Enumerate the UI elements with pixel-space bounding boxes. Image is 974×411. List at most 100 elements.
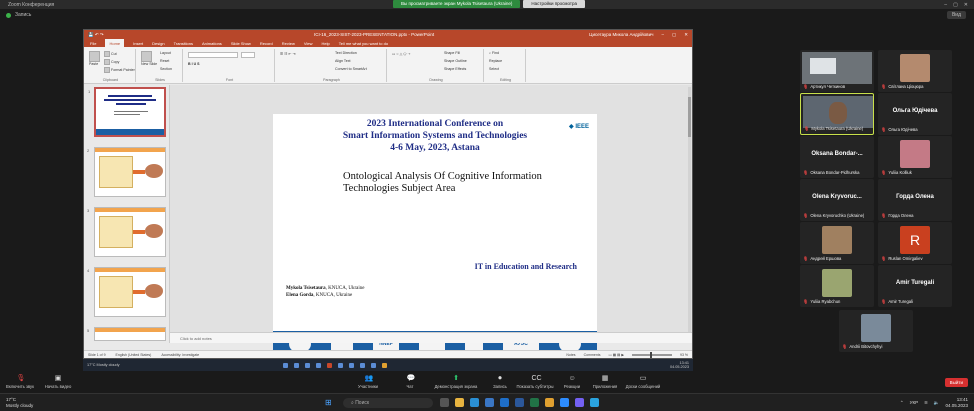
folder-icon[interactable] (455, 398, 464, 407)
chat-button[interactable]: 💬 Чат (390, 375, 430, 389)
excel-icon[interactable] (530, 398, 539, 407)
shape-outline-button[interactable]: Shape Outline (444, 59, 467, 63)
mail-icon[interactable] (500, 398, 509, 407)
maximize-icon[interactable]: ▢ (672, 32, 676, 38)
notes-button[interactable]: Notes (566, 353, 575, 357)
chrome-icon[interactable] (545, 398, 554, 407)
comments-button[interactable]: Comments (584, 353, 601, 357)
slide-thumbnails[interactable]: 1 2 3 4 5 (84, 85, 170, 343)
shapes-gallery[interactable]: ▭ ○ △ ⬠ ➝ (392, 52, 410, 56)
participant-tile[interactable]: R 🎙 Ruslan Omirgaliev (878, 222, 952, 264)
slide-thumbnail-4[interactable]: 4 (87, 267, 166, 317)
maximize-icon[interactable]: ▢ (953, 2, 958, 8)
paste-button[interactable]: Paste (89, 51, 101, 66)
tab-help[interactable]: Help (321, 41, 329, 46)
tell-me-search[interactable]: Tell me what you want to do (339, 41, 388, 46)
chevron-up-icon[interactable]: ⌃ (900, 400, 904, 406)
participant-tile-active-speaker[interactable]: 🎙 Mykola Tsisetaura (Ukraine) (800, 93, 874, 135)
view-icons[interactable]: ▭ ▦ ▤ ▶ (608, 353, 624, 357)
apps-button[interactable]: ▦ Приложения (585, 375, 625, 389)
convert-smartart-button[interactable]: Convert to SmartArt (335, 67, 367, 71)
whiteboard-button[interactable]: ▭ Доски сообщений (620, 375, 666, 389)
word-icon[interactable] (515, 398, 524, 407)
telegram-icon[interactable] (590, 398, 599, 407)
participant-photo (822, 226, 852, 254)
tab-slide-show[interactable]: Slide Show (231, 41, 251, 46)
store-icon[interactable] (485, 398, 494, 407)
shape-fill-button[interactable]: Shape Fill (444, 51, 460, 55)
replace-button[interactable]: Replace (489, 59, 502, 63)
participant-tile[interactable]: Ольга Юдічева 🎙 Ольга Юдічева (878, 93, 952, 135)
text-direction-button[interactable]: Text Direction (335, 51, 357, 55)
accessibility-status[interactable]: Accessibility: Investigate (161, 353, 199, 357)
view-options-button[interactable]: Настройки просмотра (523, 0, 585, 8)
participant-tile[interactable]: Amir Turegali 🎙 Amir Turegali (878, 265, 952, 307)
participant-tile[interactable]: 🎙 Yuliia Ryabchun (800, 265, 874, 307)
participant-tile[interactable]: 🎙 Артикул Четкинов (800, 50, 874, 92)
format-painter-button[interactable]: Format Painter (104, 67, 135, 73)
exit-button[interactable]: Выйти (944, 378, 968, 387)
layout-button[interactable]: Layout (160, 51, 171, 55)
tab-home[interactable]: Home (105, 39, 125, 47)
participant-tile[interactable]: Oksana Bondar-... 🎙 Oksana Bondar-Pidhurs… (800, 136, 874, 178)
tab-insert[interactable]: Insert (133, 41, 143, 46)
align-text-button[interactable]: Align Text (335, 59, 351, 63)
tab-transitions[interactable]: Transitions (174, 41, 193, 46)
participant-tile[interactable]: 🎙 Andrii Bitovchyhyi (839, 310, 913, 352)
unmute-button[interactable]: 🎙 Включить звук (0, 375, 40, 389)
view-button[interactable]: Вид (946, 11, 966, 19)
zoom-slider[interactable] (632, 351, 673, 358)
tab-file[interactable]: File (90, 41, 96, 46)
copy-button[interactable]: Copy (104, 59, 119, 65)
slide-thumbnail-5[interactable]: 5 (87, 327, 166, 341)
select-button[interactable]: Select (489, 67, 499, 71)
cut-button[interactable]: Cut (104, 51, 117, 57)
start-video-button[interactable]: ▣ Начать видео (38, 375, 78, 389)
tab-design[interactable]: Design (152, 41, 164, 46)
participants-button[interactable]: 👥 Участники (348, 375, 388, 389)
zoom-icon[interactable] (560, 398, 569, 407)
participant-tile[interactable]: 🎙 Андрей Ершова (800, 222, 874, 264)
font-name-select[interactable] (188, 52, 238, 58)
minimize-icon[interactable]: – (944, 2, 947, 8)
participant-tile[interactable]: Горда Олена 🎙 Горда Олена (878, 179, 952, 221)
slide-thumbnail-1[interactable]: 1 (88, 87, 166, 137)
weather-widget[interactable]: 17°C Mostly cloudy (6, 397, 33, 408)
share-screen-button[interactable]: ⬆ Демонстрация экрана (428, 375, 484, 389)
shape-effects-button[interactable]: Shape Effects (444, 67, 466, 71)
vertical-scrollbar[interactable] (688, 87, 691, 337)
slide-thumbnail-3[interactable]: 3 (87, 207, 166, 257)
close-icon[interactable]: ✕ (684, 32, 688, 38)
conference-line-3: 4-6 May, 2023, Astana (390, 143, 480, 153)
reset-button[interactable]: Reset (160, 59, 169, 63)
language-status[interactable]: English (United States) (116, 353, 152, 357)
zoom-level[interactable]: 93 % (680, 353, 688, 357)
edge-icon[interactable] (470, 398, 479, 407)
tab-animations[interactable]: Animations (202, 41, 222, 46)
tab-review[interactable]: Review (282, 41, 295, 46)
participant-tile[interactable]: Olena Kryvoruc... 🎙 Olena Kryvoruchko (Uk… (800, 179, 874, 221)
notes-pane[interactable]: Click to add notes (170, 332, 692, 343)
current-slide[interactable]: 2023 International Conference on Smart I… (273, 114, 597, 357)
task-view-icon[interactable] (440, 398, 449, 407)
volume-icon[interactable]: 🔈 (934, 400, 940, 406)
tab-view[interactable]: View (304, 41, 313, 46)
minimize-icon[interactable]: – (661, 32, 664, 38)
wifi-icon[interactable]: ≋ (924, 400, 928, 406)
close-icon[interactable]: ✕ (964, 2, 968, 8)
search-input[interactable]: ⌕ Поиск (343, 398, 433, 408)
bullets-icon[interactable]: ☰ ☷ ⇤ ⇥ (280, 52, 295, 56)
participant-tile[interactable]: 🎙 Yuliia Kolliuk (878, 136, 952, 178)
bold-icon[interactable]: B I U S (188, 62, 200, 66)
viber-icon[interactable] (575, 398, 584, 407)
section-button[interactable]: Section (160, 67, 172, 71)
find-button[interactable]: ⌕ Find (489, 51, 499, 55)
new-slide-button[interactable]: New Slide (141, 51, 157, 66)
participant-tile[interactable]: 🎙 Світлана Ціоцюра (878, 50, 952, 92)
clock[interactable]: 13:41 04.05.2023 (945, 397, 968, 408)
font-size-select[interactable] (241, 52, 255, 58)
start-icon[interactable]: ⊞ (325, 398, 335, 408)
tab-record[interactable]: Record (260, 41, 273, 46)
slide-thumbnail-2[interactable]: 2 (87, 147, 166, 197)
language-indicator[interactable]: УКР (910, 400, 918, 406)
